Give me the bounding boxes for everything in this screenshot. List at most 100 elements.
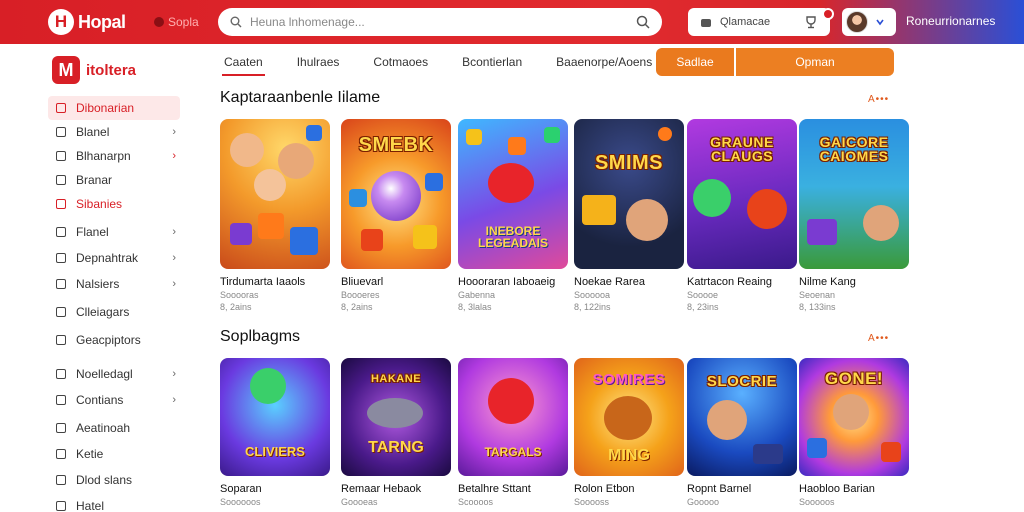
game-thumbnail[interactable]: TARGALS <box>458 358 568 476</box>
game-name[interactable]: Rolon Etbon <box>574 483 684 496</box>
sidebar-item[interactable]: Sibanies <box>48 192 180 216</box>
game-thumbnail[interactable]: SOMIRES MING <box>574 358 684 476</box>
game-card[interactable]: CLIVIERS Soparan Soooooos <box>220 358 330 508</box>
game-thumbnail[interactable]: INEBORE LEGEADAIS <box>458 119 568 269</box>
sidebar-item[interactable]: Noelledagl › <box>48 362 180 386</box>
sidebar-item[interactable]: Branar <box>48 168 180 192</box>
game-card[interactable]: Tirdumarta Iaaols Sooooras 8, 2ains <box>220 119 330 313</box>
sidebar-logo[interactable]: M itoltera <box>52 56 136 84</box>
sidebar-item-label: Hatel <box>76 499 105 512</box>
art-block <box>306 125 322 141</box>
game-name[interactable]: Haobloo Barian <box>799 483 909 496</box>
game-name[interactable]: Betalhre Sttant <box>458 483 568 496</box>
tab-bcontierlan[interactable]: Bcontierlan <box>452 48 532 76</box>
game-thumbnail[interactable]: CLIVIERS <box>220 358 330 476</box>
game-name[interactable]: Bliuevarl <box>341 276 451 289</box>
filter-pill-right[interactable]: Opman <box>736 48 894 76</box>
avatar[interactable] <box>846 11 868 33</box>
game-thumbnail[interactable]: SMEBK <box>341 119 451 269</box>
game-art-title: HAKANE <box>370 373 422 385</box>
game-thumbnail[interactable] <box>220 119 330 269</box>
game-name[interactable]: Soparan <box>220 483 330 496</box>
sidebar-item[interactable]: Ketie <box>48 442 180 466</box>
game-card[interactable]: GAICORE CAIOMES Nilme Kang Seoenan 8, 13… <box>799 119 909 313</box>
tab-cotmaoes[interactable]: Cotmaoes <box>363 48 438 76</box>
game-name[interactable]: Nilme Kang <box>799 276 909 289</box>
actions-label: Qlamacae <box>720 16 771 28</box>
top-actions[interactable]: Qlamacae <box>688 8 834 36</box>
game-card[interactable]: SLOCRIE Ropnt Barnel Gooooo <box>687 358 797 508</box>
tab-ihulraes[interactable]: Ihulraes <box>287 48 350 76</box>
game-thumbnail[interactable]: GONE! <box>799 358 909 476</box>
game-plays: 8, 2ains <box>220 302 252 312</box>
sidebar-item[interactable]: Depnahtrak › <box>48 246 180 270</box>
user-menu-icon[interactable] <box>874 16 886 28</box>
game-thumbnail[interactable]: GAICORE CAIOMES <box>799 119 909 269</box>
game-name[interactable]: Ropnt Barnel <box>687 483 797 496</box>
art-block <box>807 438 827 458</box>
tab-baaenorpe[interactable]: Baaenorpe/Aoens <box>546 48 662 76</box>
item-icon <box>56 279 66 289</box>
sidebar-item[interactable]: Clleiagars <box>48 300 180 324</box>
chevron-right-icon: › <box>172 252 176 264</box>
game-name[interactable]: Hoooraran Iaboaeig <box>458 276 568 289</box>
game-thumbnail[interactable]: HAKANE TARNG <box>341 358 451 476</box>
search-bar[interactable] <box>218 8 662 36</box>
sidebar-item[interactable]: Blhanarpn › <box>48 144 180 168</box>
sidebar-item[interactable]: Contians › <box>48 388 180 412</box>
game-card[interactable]: HAKANE TARNG Remaar Hebaok Goooeas <box>341 358 451 508</box>
item-icon <box>56 449 66 459</box>
cart-icon[interactable] <box>700 16 712 28</box>
item-icon <box>56 475 66 485</box>
sidebar-item[interactable]: Aeatinoah <box>48 416 180 440</box>
game-name[interactable]: Tirdumarta Iaaols <box>220 276 330 289</box>
game-card[interactable]: SMIMS Noekae Rarea Soooooa 8, 122ins <box>574 119 684 313</box>
game-thumbnail[interactable]: GRAUNE CLAUGS <box>687 119 797 269</box>
game-card[interactable]: SMEBK Bliuevarl Boooeres 8, 2ains <box>341 119 451 313</box>
section-more-link[interactable]: A••• <box>868 333 889 344</box>
search-input[interactable] <box>250 15 628 29</box>
art-character <box>693 179 731 217</box>
game-thumbnail[interactable]: SMIMS <box>574 119 684 269</box>
game-card[interactable]: GRAUNE CLAUGS Katrtacon Reaing Sooooe 8,… <box>687 119 797 313</box>
art-ship <box>367 398 423 428</box>
sidebar-item[interactable]: Dibonarian <box>48 96 180 120</box>
search-icon <box>230 16 242 28</box>
chevron-right-icon: › <box>172 394 176 406</box>
item-icon <box>56 151 66 161</box>
game-card[interactable]: SOMIRES MING Rolon Etbon Sooooss <box>574 358 684 508</box>
art-character <box>278 143 314 179</box>
sidebar-item[interactable]: Hatel <box>48 494 180 512</box>
sidebar-item[interactable]: Blanel › <box>48 120 180 144</box>
sidebar-item[interactable]: Dlod slans <box>48 468 180 492</box>
sidebar-logo-mark-icon: M <box>52 56 80 84</box>
user-name[interactable]: Roneurrionarnes <box>906 14 995 28</box>
game-category: Sooooos <box>799 497 835 507</box>
game-name[interactable]: Noekae Rarea <box>574 276 684 289</box>
sidebar-item[interactable]: Nalsiers › <box>48 272 180 296</box>
game-card[interactable]: GONE! Haobloo Barian Sooooos <box>799 358 909 508</box>
chevron-right-icon: › <box>172 126 176 138</box>
art-block <box>508 137 526 155</box>
item-icon <box>56 253 66 263</box>
art-character <box>863 205 899 241</box>
brand-logo[interactable]: H Hopal <box>48 9 126 35</box>
sub-dot-icon <box>154 17 164 27</box>
filter-pill-left[interactable]: Sadlae <box>656 48 734 76</box>
game-name[interactable]: Katrtacon Reaing <box>687 276 797 289</box>
sidebar-item[interactable]: Flanel › <box>48 220 180 244</box>
tab-caaten[interactable]: Caaten <box>214 48 273 76</box>
game-thumbnail[interactable]: SLOCRIE <box>687 358 797 476</box>
game-card[interactable]: INEBORE LEGEADAIS Hoooraran Iaboaeig Gab… <box>458 119 568 313</box>
art-block <box>230 223 252 245</box>
game-name[interactable]: Remaar Hebaok <box>341 483 451 496</box>
top-sub-link[interactable]: Sopla <box>154 15 199 29</box>
section-more-link[interactable]: A••• <box>868 94 889 105</box>
user-chip[interactable] <box>842 8 896 36</box>
sidebar-item[interactable]: Geacpiptors <box>48 328 180 352</box>
search-submit-icon[interactable] <box>636 15 650 29</box>
trophy-icon[interactable] <box>804 15 818 29</box>
game-card[interactable]: TARGALS Betalhre Sttant Scoooos <box>458 358 568 508</box>
item-icon <box>56 103 66 113</box>
art-character <box>707 400 747 440</box>
